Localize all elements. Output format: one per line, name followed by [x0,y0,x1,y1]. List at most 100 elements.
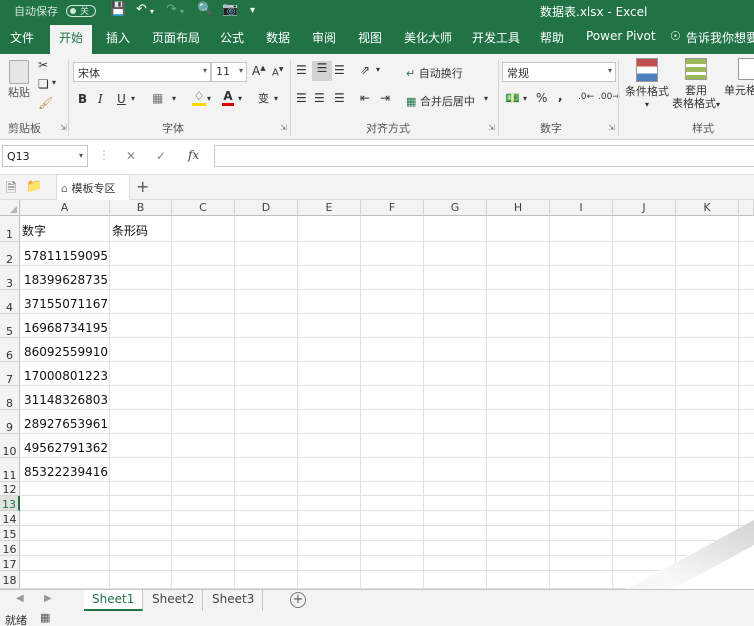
align-middle-icon[interactable]: ☰ [312,61,332,81]
cell-a6[interactable]: 86092559910 [20,345,108,359]
font-color-icon[interactable]: A [222,89,234,106]
cancel-icon[interactable]: ✕ [126,149,136,163]
tab-home[interactable]: 开始 [50,25,93,54]
row-header[interactable]: 18 [0,571,20,589]
border-dropdown-icon[interactable]: ▾ [172,94,176,103]
column-header[interactable]: H [487,200,550,216]
column-header[interactable]: J [613,200,676,216]
next-sheet-icon[interactable]: ▶ [44,593,52,604]
column-header[interactable]: D [235,200,298,216]
row-header[interactable]: 13 [0,496,20,511]
merge-dropdown-icon[interactable]: ▾ [484,94,488,103]
underline-dropdown-icon[interactable]: ▾ [131,94,135,103]
tab-power-pivot[interactable]: Power Pivot [586,29,656,43]
decrease-decimal-icon[interactable]: .00→ [598,92,620,102]
align-left-icon[interactable]: ☰ [296,91,307,105]
currency-dropdown-icon[interactable]: ▾ [523,94,527,103]
tab-beautify[interactable]: 美化大师 [404,29,452,46]
macro-record-icon[interactable]: ▦ [40,611,50,624]
row-header[interactable]: 5 [0,314,20,338]
prev-sheet-icon[interactable]: ◀ [16,593,24,604]
row-header[interactable]: 9 [0,410,20,434]
row-header[interactable]: 3 [0,266,20,290]
row-header[interactable]: 4 [0,290,20,314]
add-sheet-icon[interactable]: + [290,592,306,608]
cell-a3[interactable]: 18399628735 [20,273,108,287]
cell-a1[interactable]: 数字 [22,222,46,239]
tab-developer[interactable]: 开发工具 [472,29,520,46]
cell-a5[interactable]: 16968734195 [20,321,108,335]
cell-a11[interactable]: 85322239416 [20,465,108,479]
font-launcher-icon[interactable]: ⇲ [280,123,287,132]
tab-help[interactable]: 帮助 [540,29,564,46]
row-header[interactable]: 17 [0,556,20,571]
font-size-select[interactable]: 11 ▾ [211,62,247,82]
undo-dropdown-icon[interactable]: ▾ [150,7,154,16]
cut-icon[interactable]: ✂ [38,58,48,72]
cell-b1[interactable]: 条形码 [112,222,148,239]
insert-function-button[interactable]: fx [188,148,199,162]
increase-font-icon[interactable]: A▲ [252,64,266,78]
name-box[interactable]: Q13 ▾ [2,145,88,167]
fill-dropdown-icon[interactable]: ▾ [207,94,211,103]
row-header[interactable]: 7 [0,362,20,386]
row-header[interactable]: 12 [0,482,20,496]
select-all-button[interactable] [0,200,20,216]
orientation-icon[interactable]: ⇗ [360,63,370,77]
column-header[interactable]: I [550,200,613,216]
format-painter-icon[interactable]: 🖌 [38,96,53,110]
decrease-indent-icon[interactable]: ⇤ [360,91,370,105]
percent-button[interactable]: % [536,91,547,105]
orientation-dropdown-icon[interactable]: ▾ [376,65,380,74]
paste-button[interactable]: 粘贴 [4,60,34,99]
row-header[interactable]: 8 [0,386,20,410]
cell-styles-button[interactable]: 单元格 [724,58,754,97]
print-preview-icon[interactable]: 🔍 [197,2,213,17]
cell-a2[interactable]: 57811159095 [20,249,108,263]
sheet-tab-3[interactable]: Sheet3 [204,590,264,611]
cell-a9[interactable]: 28927653961 [20,417,108,431]
number-launcher-icon[interactable]: ⇲ [608,123,615,132]
new-document-icon[interactable]: 🗎 [6,179,16,201]
align-center-icon[interactable]: ☰ [314,91,325,105]
phonetic-dropdown-icon[interactable]: ▾ [274,94,278,103]
spreadsheet-grid[interactable]: ABCDEFGHIJK 1 2 3 4 5 6 7 8 9 10 11 12 13 14 15 16 17 18 … [0,200,754,589]
cell-a8[interactable]: 31148326803 [20,393,108,407]
alignment-launcher-icon[interactable]: ⇲ [488,123,495,132]
camera-icon[interactable]: 📷 [222,2,238,17]
row-header[interactable]: 14 [0,511,20,526]
border-icon[interactable]: ▦ [152,91,163,105]
decrease-font-icon[interactable]: A▼ [272,66,283,78]
column-header[interactable]: A [20,200,110,216]
format-as-table-button[interactable]: 套用 表格格式▾ [670,58,722,111]
cell-a10[interactable]: 49562791362 [20,441,108,455]
font-name-select[interactable]: 宋体 ▾ [73,62,211,82]
formula-input[interactable] [214,145,754,167]
row-header[interactable]: 11 [0,458,20,482]
column-header[interactable]: K [676,200,739,216]
align-top-icon[interactable]: ☰ [296,63,307,77]
bold-button[interactable]: B [78,92,87,106]
tab-review[interactable]: 审阅 [312,29,336,46]
increase-indent-icon[interactable]: ⇥ [380,91,390,105]
tab-page-layout[interactable]: 页面布局 [152,29,200,46]
phonetic-icon[interactable]: 变 [258,90,269,106]
increase-decimal-icon[interactable]: .0← [578,92,594,102]
row-header[interactable]: 1 [0,216,20,242]
column-header[interactable]: E [298,200,361,216]
copy-dropdown-icon[interactable]: ▾ [52,78,56,87]
redo-dropdown-icon[interactable]: ▾ [180,7,184,16]
align-bottom-icon[interactable]: ☰ [334,63,345,77]
sheet-tab-2[interactable]: Sheet2 [144,590,204,611]
align-right-icon[interactable]: ☰ [334,91,345,105]
tab-view[interactable]: 视图 [358,29,382,46]
tab-file[interactable]: 文件 [10,29,34,46]
column-header[interactable]: G [424,200,487,216]
row-header[interactable]: 16 [0,541,20,556]
column-header[interactable]: B [110,200,172,216]
column-header[interactable]: C [172,200,235,216]
tab-data[interactable]: 数据 [266,29,290,46]
tab-formulas[interactable]: 公式 [220,29,244,46]
cell-a4[interactable]: 37155071167 [20,297,108,311]
row-header[interactable]: 6 [0,338,20,362]
